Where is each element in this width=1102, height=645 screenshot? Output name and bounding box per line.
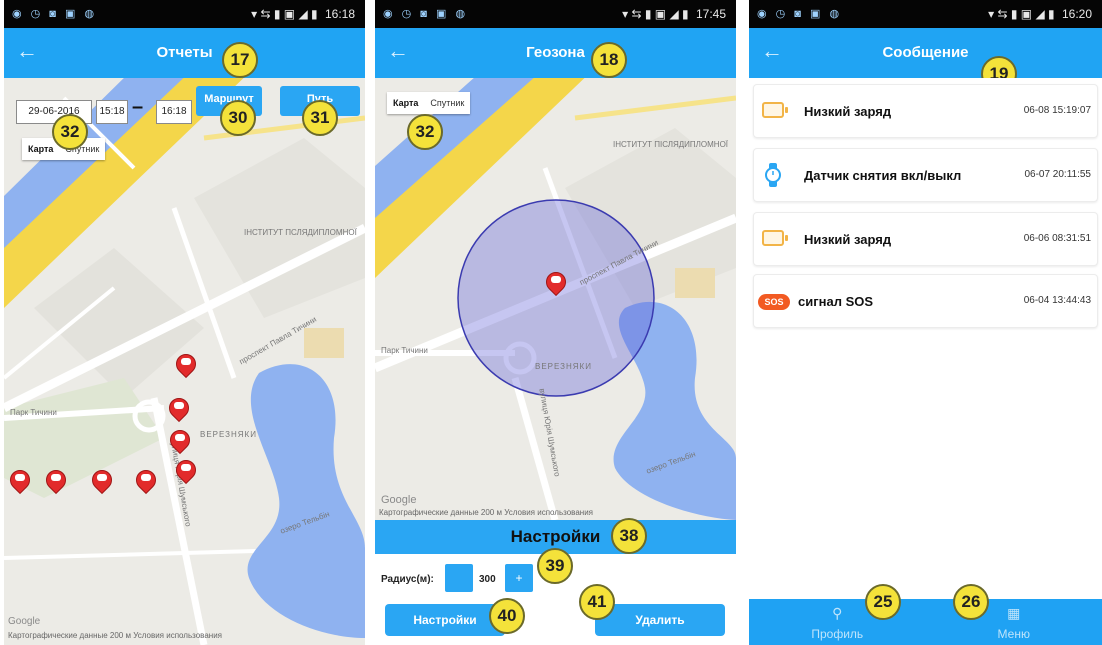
message-item[interactable]: Датчик снятия вкл/выкл 06-07 20:11:55: [753, 148, 1098, 202]
message-item[interactable]: SOS сигнал SOS 06-04 13:44:43: [753, 274, 1098, 328]
messages-screen: ◉ ◷ ◙ ▣ ◍ ▾ ⇆ ▮ ▣ ◢ ▮ 16:20 ← Сообщение …: [749, 0, 1102, 645]
message-text: Низкий заряд: [804, 104, 892, 119]
callout-badge: 18: [591, 42, 627, 78]
route-pin[interactable]: [171, 349, 201, 379]
route-pin[interactable]: [164, 393, 194, 423]
status-time: 17:45: [695, 7, 726, 21]
status-bar: ◉ ◷ ◙ ▣ ◍ ▾ ⇆ ▮ ▣ ◢ ▮ 16:20: [749, 0, 1102, 28]
status-icons: ◉ ◷ ◙ ▣ ◍: [12, 8, 98, 20]
radius-decrease-button[interactable]: [445, 564, 473, 592]
status-icons: ◉ ◷ ◙ ▣ ◍: [383, 8, 469, 20]
map-view[interactable]: ІНСТИТУТ ПСЛЯДИПЛОМНОЇ Парк Тичини просп…: [4, 78, 365, 645]
map-type-map[interactable]: Карта: [387, 92, 424, 114]
map-attribution[interactable]: Картографические данные 200 м Условия ис…: [8, 631, 222, 640]
callout-badge: 39: [537, 548, 573, 584]
map-label-institute: ІНСТИТУТ ПСЛЯДИПЛОМНОЇ: [244, 228, 357, 237]
sos-icon: SOS: [758, 294, 790, 310]
route-pin[interactable]: [171, 455, 201, 485]
geofence-screen: ◉ ◷ ◙ ▣ ◍ ▾ ⇆ ▮ ▣ ◢ ▮ 17:45 ← Геозона 18…: [375, 0, 736, 645]
time-separator: –: [132, 96, 144, 118]
signal-icons: ▾ ⇆ ▮ ▣ ◢ ▮: [622, 7, 689, 21]
status-right: ▾ ⇆ ▮ ▣ ◢ ▮ 17:45: [622, 7, 726, 21]
status-icons: ◉ ◷ ◙ ▣ ◍: [757, 8, 843, 20]
callout-badge: 32: [52, 114, 88, 150]
status-bar: ◉ ◷ ◙ ▣ ◍ ▾ ⇆ ▮ ▣ ◢ ▮ 16:18: [4, 0, 365, 28]
app-bar: ← Геозона: [375, 28, 736, 78]
map-type-switch: Карта Спутник: [387, 92, 471, 114]
message-time: 06-06 08:31:51: [1023, 233, 1091, 244]
watch-icon: [765, 163, 781, 187]
route-pin[interactable]: [87, 465, 117, 495]
app-bar: ← Сообщение: [749, 28, 1102, 78]
delete-button[interactable]: Удалить: [595, 604, 725, 636]
callout-badge: 30: [220, 100, 256, 136]
profile-icon: ⚲: [832, 605, 843, 621]
tab-label: Профиль: [811, 627, 864, 641]
map-attribution[interactable]: Картографические данные 200 м Условия ис…: [379, 508, 593, 517]
page-title: Сообщение: [882, 44, 969, 61]
device-location-pin[interactable]: [541, 267, 571, 297]
map-label-institute: ІНСТИТУТ ПІСЛЯДИПЛОМНОЇ: [613, 140, 729, 149]
route-pin[interactable]: [5, 465, 35, 495]
battery-icon: [762, 102, 788, 118]
callout-badge: 17: [222, 42, 258, 78]
signal-icons: ▾ ⇆ ▮ ▣ ◢ ▮: [251, 7, 318, 21]
menu-icon: ▦: [1007, 605, 1021, 621]
page-title: Геозона: [526, 44, 585, 61]
message-text: Низкий заряд: [804, 232, 892, 247]
radius-value: 300: [479, 574, 496, 585]
status-bar: ◉ ◷ ◙ ▣ ◍ ▾ ⇆ ▮ ▣ ◢ ▮ 17:45: [375, 0, 736, 28]
time-to-field[interactable]: 16:18: [156, 100, 192, 124]
time-from-field[interactable]: 15:18: [96, 100, 128, 124]
radius-label: Радиус(м):: [381, 574, 434, 585]
signal-icons: ▾ ⇆ ▮ ▣ ◢ ▮: [988, 7, 1055, 21]
route-pin[interactable]: [165, 425, 195, 455]
message-text: сигнал SOS: [798, 294, 874, 309]
callout-badge: 26: [953, 584, 989, 620]
status-time: 16:20: [1061, 7, 1092, 21]
status-time: 16:18: [324, 7, 355, 21]
map-label-district: ВЕРЕЗНЯКИ: [200, 430, 257, 439]
route-pin[interactable]: [41, 465, 71, 495]
callout-badge: 25: [865, 584, 901, 620]
tab-menu[interactable]: ▦ Меню: [926, 599, 1102, 645]
message-time: 06-07 20:11:55: [1024, 169, 1091, 180]
route-pin[interactable]: [131, 465, 161, 495]
message-item[interactable]: Низкий заряд 06-08 15:19:07: [753, 84, 1098, 138]
google-logo: Google: [8, 616, 41, 627]
page-title: Отчеты: [156, 44, 213, 61]
reports-screen: ◉ ◷ ◙ ▣ ◍ ▾ ⇆ ▮ ▣ ◢ ▮ 16:18 ← Отчеты 17: [4, 0, 365, 645]
message-time: 06-08 15:19:07: [1023, 105, 1091, 116]
map-label-park: Парк Тичини: [10, 408, 57, 417]
tab-label: Меню: [997, 627, 1030, 641]
callout-badge: 41: [579, 584, 615, 620]
callout-badge: 38: [611, 518, 647, 554]
battery-icon: [762, 230, 788, 246]
map-type-satellite[interactable]: Спутник: [424, 92, 470, 114]
google-logo: Google: [381, 494, 417, 506]
radius-increase-button[interactable]: +: [505, 564, 533, 592]
message-list: Низкий заряд 06-08 15:19:07 Датчик сняти…: [749, 78, 1102, 599]
callout-badge: 31: [302, 100, 338, 136]
message-item[interactable]: Низкий заряд 06-06 08:31:51: [753, 212, 1098, 266]
message-time: 06-04 13:44:43: [1023, 295, 1091, 306]
map-label-district: ВЕРЕЗНЯКИ: [535, 362, 592, 371]
message-text: Датчик снятия вкл/выкл: [804, 168, 962, 183]
status-right: ▾ ⇆ ▮ ▣ ◢ ▮ 16:18: [251, 7, 355, 21]
callout-badge: 32: [407, 114, 443, 150]
callout-badge: 40: [489, 598, 525, 634]
settings-button[interactable]: Настройки: [385, 604, 505, 636]
map-label-park: Парк Тичини: [381, 346, 428, 355]
bottom-tab-bar: ⚲ Профиль ▦ Меню: [749, 599, 1102, 645]
status-right: ▾ ⇆ ▮ ▣ ◢ ▮ 16:20: [988, 7, 1092, 21]
app-bar: ← Отчеты: [4, 28, 365, 78]
